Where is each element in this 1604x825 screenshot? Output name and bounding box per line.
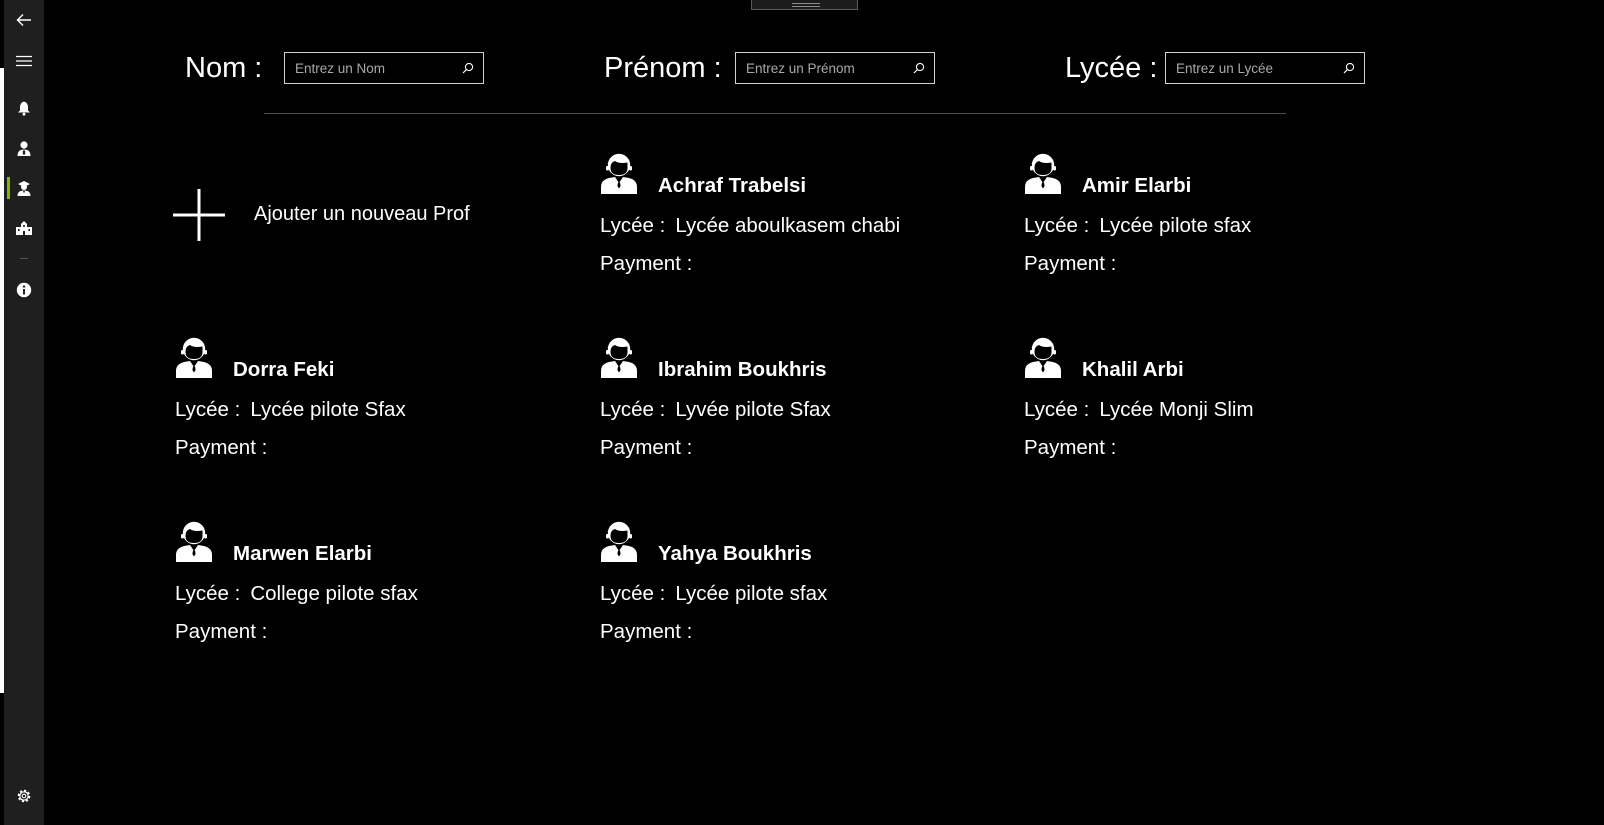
- payment-field-label: Payment :: [1024, 436, 1117, 459]
- lycee-field-label: Lycée :: [600, 398, 666, 421]
- prof-lycee-row: Lycée : College pilote sfax: [175, 582, 418, 606]
- prof-name: Dorra Feki: [233, 358, 335, 381]
- prof-payment-row: Payment :: [175, 436, 277, 460]
- prof-name: Marwen Elarbi: [233, 542, 372, 565]
- prof-card[interactable]: Khalil Arbi Lycée : Lycée Monji Slim Paym…: [1022, 335, 1422, 460]
- prof-name: Yahya Boukhris: [658, 542, 812, 565]
- prof-lycee-value: Lyvée pilote Sfax: [675, 398, 831, 421]
- lycee-field-label: Lycée :: [600, 582, 666, 605]
- drag-handle[interactable]: [751, 0, 858, 10]
- prof-card[interactable]: Marwen Elarbi Lycée : College pilote sfax…: [173, 519, 573, 644]
- lycee-field-label: Lycée :: [175, 582, 241, 605]
- payment-field-label: Payment :: [600, 436, 693, 459]
- info-icon[interactable]: [4, 270, 44, 310]
- teacher-icon[interactable]: [4, 168, 44, 208]
- prof-name: Achraf Trabelsi: [658, 174, 807, 197]
- lycee-field-label: Lycée :: [1024, 214, 1090, 237]
- prof-lycee-value: College pilote sfax: [250, 582, 418, 605]
- person-avatar-icon: [598, 151, 640, 195]
- prof-lycee-row: Lycée : Lycée pilote sfax: [1024, 214, 1251, 238]
- prof-card[interactable]: Yahya Boukhris Lycée : Lycée pilote sfax …: [598, 519, 998, 644]
- nom-search-box: [284, 52, 484, 84]
- prof-payment-row: Payment :: [1024, 436, 1126, 460]
- search-icon[interactable]: [1334, 53, 1364, 83]
- filter-divider: [264, 113, 1286, 114]
- prof-card[interactable]: Amir Elarbi Lycée : Lycée pilote sfax Pay…: [1022, 151, 1422, 276]
- prof-name: Khalil Arbi: [1082, 358, 1184, 381]
- prof-lycee-row: Lycée : Lycée pilote Sfax: [175, 398, 406, 422]
- navigation-pane: [4, 0, 44, 825]
- prof-lycee-row: Lycée : Lycée pilote sfax: [600, 582, 827, 606]
- payment-field-label: Payment :: [175, 436, 268, 459]
- prenom-label: Prénom :: [604, 52, 722, 84]
- hamburger-menu-icon[interactable]: [4, 41, 44, 81]
- lycee-field-label: Lycée :: [175, 398, 241, 421]
- lycee-search-box: [1165, 52, 1365, 84]
- prof-name: Ibrahim Boukhris: [658, 358, 827, 381]
- prof-lycee-value: Lycée Monji Slim: [1099, 398, 1254, 421]
- settings-gear-icon[interactable]: [4, 776, 44, 816]
- lycee-field-label: Lycée :: [600, 214, 666, 237]
- prof-lycee-value: Lycée pilote Sfax: [250, 398, 406, 421]
- school-building-icon[interactable]: [4, 208, 44, 248]
- nom-search-input[interactable]: [285, 53, 453, 83]
- nav-divider: [20, 258, 28, 259]
- plus-icon: [173, 189, 225, 241]
- prof-lycee-value: Lycée pilote sfax: [675, 582, 828, 605]
- payment-field-label: Payment :: [600, 252, 693, 275]
- back-arrow-icon[interactable]: [4, 0, 44, 40]
- payment-field-label: Payment :: [1024, 252, 1117, 275]
- prof-lycee-value: Lycée aboulkasem chabi: [675, 214, 901, 237]
- search-icon[interactable]: [904, 53, 934, 83]
- prof-card[interactable]: Dorra Feki Lycée : Lycée pilote Sfax Paym…: [173, 335, 573, 460]
- prof-card[interactable]: Achraf Trabelsi Lycée : Lycée aboulkasem …: [598, 151, 998, 276]
- prof-lycee-value: Lycée pilote sfax: [1099, 214, 1252, 237]
- person-avatar-icon: [598, 335, 640, 379]
- nom-label: Nom :: [185, 52, 263, 84]
- prenom-search-input[interactable]: [736, 53, 904, 83]
- lycee-label: Lycée :: [1065, 52, 1158, 84]
- prof-lycee-row: Lycée : Lyvée pilote Sfax: [600, 398, 831, 422]
- prof-lycee-row: Lycée : Lycée Monji Slim: [1024, 398, 1254, 422]
- search-icon[interactable]: [453, 53, 483, 83]
- person-avatar-icon: [173, 335, 215, 379]
- payment-field-label: Payment :: [600, 620, 693, 643]
- person-avatar-icon: [1022, 151, 1064, 195]
- prof-payment-row: Payment :: [600, 620, 702, 644]
- bell-icon[interactable]: [4, 88, 44, 128]
- prenom-search-box: [735, 52, 935, 84]
- prof-payment-row: Payment :: [600, 436, 702, 460]
- payment-field-label: Payment :: [175, 620, 268, 643]
- person-avatar-icon: [598, 519, 640, 563]
- prof-name: Amir Elarbi: [1082, 174, 1192, 197]
- person-avatar-icon: [1022, 335, 1064, 379]
- lycee-field-label: Lycée :: [1024, 398, 1090, 421]
- prof-payment-row: Payment :: [175, 620, 277, 644]
- lycee-search-input[interactable]: [1166, 53, 1334, 83]
- prof-card[interactable]: Ibrahim Boukhris Lycée : Lyvée pilote Sfa…: [598, 335, 998, 460]
- add-prof-button[interactable]: Ajouter un nouveau Prof: [173, 189, 513, 241]
- student-icon[interactable]: [4, 128, 44, 168]
- prof-payment-row: Payment :: [1024, 252, 1126, 276]
- add-prof-label: Ajouter un nouveau Prof: [254, 203, 470, 225]
- prof-payment-row: Payment :: [600, 252, 702, 276]
- person-avatar-icon: [173, 519, 215, 563]
- prof-lycee-row: Lycée : Lycée aboulkasem chabi: [600, 214, 900, 238]
